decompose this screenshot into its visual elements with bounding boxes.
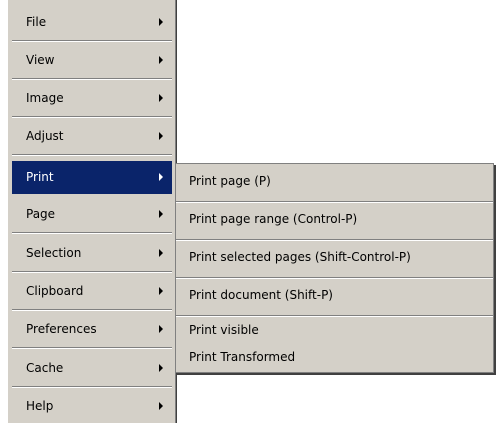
menu-item-page[interactable]: Page	[12, 197, 172, 233]
menu-item-label: Cache	[26, 361, 64, 375]
menu-item-adjust[interactable]: Adjust	[12, 119, 172, 155]
submenu-item-label: Print document (Shift-P)	[189, 288, 333, 302]
submenu-item-print-selected-pages[interactable]: Print selected pages (Shift-Control-P)	[176, 240, 493, 278]
submenu-item-label: Print Transformed	[189, 350, 296, 364]
menu-item-label: Selection	[26, 246, 82, 260]
submenu-arrow-icon	[159, 364, 163, 372]
print-submenu: Print page (P) Print page range (Control…	[175, 163, 494, 373]
menu-item-preferences[interactable]: Preferences	[12, 312, 172, 348]
submenu-item-print-transformed[interactable]: Print Transformed	[176, 347, 493, 369]
submenu-arrow-icon	[159, 287, 163, 295]
submenu-arrow-icon	[159, 402, 163, 410]
menu-item-image[interactable]: Image	[12, 81, 172, 117]
main-menu: File View Image Adjust Print Page Select…	[8, 0, 176, 423]
menu-item-label: View	[26, 53, 55, 67]
submenu-item-label: Print selected pages (Shift-Control-P)	[189, 250, 411, 264]
menu-item-view[interactable]: View	[12, 43, 172, 79]
menu-item-label: Image	[26, 91, 64, 105]
menu-item-label: Help	[26, 399, 54, 413]
submenu-arrow-icon	[159, 325, 163, 333]
menu-item-label: Adjust	[26, 129, 64, 143]
menu-item-label: Clipboard	[26, 284, 84, 298]
menu-item-selection[interactable]: Selection	[12, 236, 172, 272]
menu-item-cache[interactable]: Cache	[12, 351, 172, 387]
submenu-item-label: Print page (P)	[189, 174, 271, 188]
menu-item-label: File	[26, 15, 47, 29]
submenu-arrow-icon	[159, 249, 163, 257]
submenu-arrow-icon	[159, 18, 163, 26]
submenu-item-label: Print visible	[189, 323, 259, 337]
menu-item-help[interactable]: Help	[12, 389, 172, 425]
submenu-arrow-icon	[159, 210, 163, 218]
menu-item-label: Print	[26, 170, 54, 184]
submenu-item-label: Print page range (Control-P)	[189, 212, 358, 226]
menu-item-label: Page	[26, 207, 56, 221]
submenu-arrow-icon	[159, 94, 163, 102]
menu-item-print[interactable]: Print	[12, 161, 172, 194]
submenu-item-print-visible[interactable]: Print visible	[176, 320, 493, 342]
menu-item-label: Preferences	[26, 322, 97, 336]
submenu-item-print-document[interactable]: Print document (Shift-P)	[176, 278, 493, 316]
menu-item-clipboard[interactable]: Clipboard	[12, 274, 172, 310]
submenu-item-print-page[interactable]: Print page (P)	[176, 164, 493, 202]
submenu-arrow-icon	[159, 132, 163, 140]
submenu-arrow-icon	[159, 173, 163, 181]
menu-item-file[interactable]: File	[12, 5, 172, 41]
submenu-item-print-page-range[interactable]: Print page range (Control-P)	[176, 202, 493, 240]
submenu-arrow-icon	[159, 56, 163, 64]
